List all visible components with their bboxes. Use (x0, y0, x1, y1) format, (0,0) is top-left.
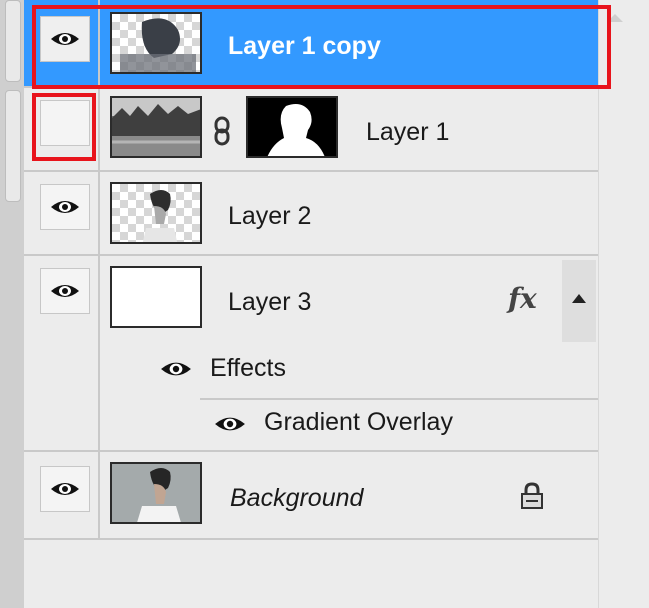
scrollbar[interactable] (598, 0, 649, 608)
layer-thumbnail[interactable] (110, 462, 202, 524)
man-portrait-photo-icon (112, 464, 200, 522)
eye-icon[interactable] (214, 414, 246, 434)
dock-tab[interactable] (5, 0, 21, 82)
eye-icon (51, 201, 79, 213)
divider (200, 398, 598, 400)
lock-icon (521, 482, 543, 509)
layer-row-layer-3[interactable]: Layer 3 fx Effects Gradient Overlay (24, 256, 598, 452)
visibility-toggle[interactable] (40, 268, 90, 314)
triangle-up-icon (572, 294, 586, 303)
layer-thumbnail[interactable] (110, 266, 202, 328)
layer-name[interactable]: Layer 1 (366, 118, 449, 147)
effect-item-gradient-overlay[interactable]: Gradient Overlay (264, 408, 453, 437)
layer-name[interactable]: Layer 3 (228, 288, 311, 317)
layers-panel: Layer 1 copy Layer 1 Layer 2 Layer 3 fx … (24, 0, 598, 608)
layer-row-layer-2[interactable]: Layer 2 (24, 172, 598, 256)
eye-icon (51, 483, 79, 495)
layer-thumbnail[interactable] (110, 96, 202, 158)
layer-row-background[interactable]: Background (24, 452, 598, 540)
visibility-toggle[interactable] (40, 184, 90, 230)
layer-name[interactable]: Layer 2 (228, 202, 311, 231)
dock-tab[interactable] (5, 90, 21, 202)
layer-row-layer-1[interactable]: Layer 1 (24, 88, 598, 172)
layer-mask-thumbnail[interactable] (246, 96, 338, 158)
highlight-annotation (32, 5, 611, 89)
effects-label[interactable]: Effects (210, 354, 286, 383)
layer-name[interactable]: Background (230, 484, 363, 513)
forest-photo-icon (112, 98, 200, 156)
chain-link-icon[interactable] (212, 116, 232, 146)
visibility-column (24, 172, 100, 254)
highlight-annotation (32, 93, 96, 161)
eye-icon (51, 285, 79, 297)
visibility-column (24, 256, 100, 450)
layer-thumbnail[interactable] (110, 182, 202, 244)
fx-icon[interactable]: fx (508, 282, 537, 315)
head-silhouette-mask-icon (267, 104, 325, 156)
man-portrait-thumbnail-icon (142, 190, 178, 242)
visibility-column (24, 452, 100, 538)
effects-toggle[interactable] (562, 260, 596, 342)
visibility-toggle[interactable] (40, 466, 90, 512)
eye-icon[interactable] (160, 359, 192, 379)
left-dock-strip (0, 0, 25, 608)
